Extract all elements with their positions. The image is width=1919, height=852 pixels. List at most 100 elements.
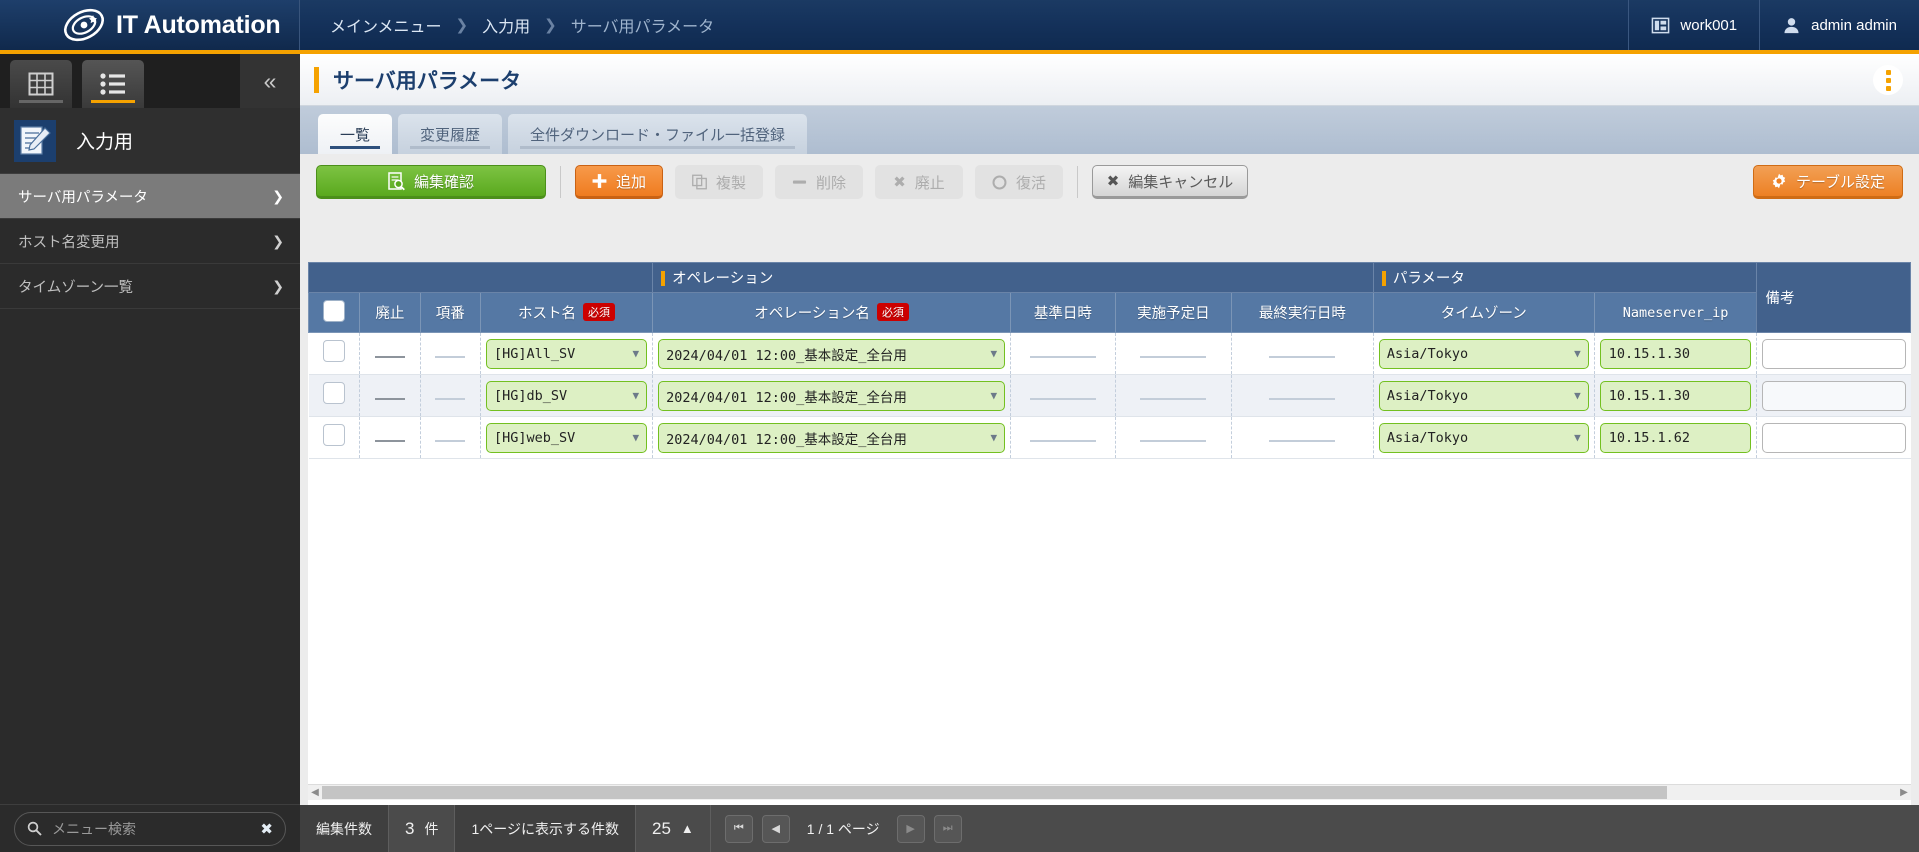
hostname-select[interactable]: [HG]web_SV ▼ [486,422,648,453]
sidebar-item-hostname-change[interactable]: ホスト名変更用 ❯ [0,219,300,264]
prev-page-button[interactable]: ◀ [761,814,790,843]
per-page-select[interactable]: 25 ▲ [636,805,711,852]
row-select-cell[interactable] [308,332,360,375]
column-header-nameserver-ip[interactable]: Nameserver_ip [1593,292,1758,333]
cell-hostname[interactable]: [HG]web_SV ▼ [480,416,653,459]
nameserver-ip-input[interactable]: 10.15.1.30 [1599,338,1752,369]
table-row[interactable]: [HG]All_SV ▼ 2024/04/01 12:00_基本設定_全台用 ▼ [308,332,1911,375]
cell-hostname[interactable]: [HG]All_SV ▼ [480,332,653,375]
cell-hostname[interactable]: [HG]db_SV ▼ [480,374,653,417]
column-header-hostname[interactable]: ホスト名 必須 [480,292,654,333]
table-settings-button[interactable]: テーブル設定 [1753,165,1903,199]
cell-timezone[interactable]: Asia/Tokyo ▼ [1372,374,1595,417]
tab-underline [91,100,135,103]
document-search-icon [388,171,405,190]
column-header-base-datetime[interactable]: 基準日時 [1010,292,1116,333]
column-header-timezone[interactable]: タイムゾーン [1372,292,1595,333]
table-row[interactable]: [HG]web_SV ▼ 2024/04/01 12:00_基本設定_全台用 ▼ [308,416,1911,459]
close-icon[interactable]: ✖ [260,820,273,838]
tab-underline [410,146,491,149]
nameserver-ip-input[interactable]: 10.15.1.62 [1599,422,1752,453]
cell-discard [359,332,421,375]
sidebar-tab-list-view[interactable] [82,60,144,108]
last-page-button[interactable]: ⏭ [933,814,962,843]
cell-operation-name[interactable]: 2024/04/01 12:00_基本設定_全台用 ▼ [652,416,1011,459]
column-label: 最終実行日時 [1258,306,1346,322]
remarks-input[interactable] [1762,338,1906,369]
hostname-select[interactable]: [HG]db_SV ▼ [486,380,648,411]
tab-list[interactable]: 一覧 [318,114,393,154]
nameserver-ip-input[interactable]: 10.15.1.30 [1599,380,1752,411]
scrollbar-track[interactable] [322,786,1897,799]
breadcrumb-item-1[interactable]: 入力用 [482,13,530,37]
column-header-select-all[interactable] [307,292,361,333]
column-header-scheduled-date[interactable]: 実施予定日 [1114,292,1232,333]
select-all-checkbox[interactable] [323,299,346,322]
cell-remarks[interactable] [1756,374,1911,417]
cell-remarks[interactable] [1756,332,1911,375]
row-select-cell[interactable] [308,416,360,459]
tab-label: 全件ダウンロード・ファイル一括登録 [530,126,786,144]
timezone-select[interactable]: Asia/Tokyo ▼ [1378,338,1589,369]
workspace-button[interactable]: work001 [1628,0,1759,50]
page-options-menu-button[interactable] [1873,65,1903,95]
restore-button[interactable]: 復活 [975,165,1063,199]
cell-nameserver-ip[interactable]: 10.15.1.62 [1593,416,1757,459]
table-horizontal-scrollbar[interactable]: ◀ ▶ [308,784,1911,800]
delete-button[interactable]: 削除 [775,165,863,199]
cell-remarks[interactable] [1756,416,1911,459]
column-header-last-exec-datetime[interactable]: 最終実行日時 [1230,292,1374,333]
cell-last-exec-datetime [1230,416,1374,459]
row-select-cell[interactable] [308,374,360,417]
first-page-button[interactable]: ⏮ [724,814,753,843]
tab-bulk-download-upload[interactable]: 全件ダウンロード・ファイル一括登録 [508,114,808,154]
sidebar-collapse-button[interactable]: « [240,54,300,108]
column-header-discard[interactable]: 廃止 [359,292,421,333]
sidebar-tab-grid-view[interactable] [10,60,72,108]
sidebar-item-server-parameters[interactable]: サーバ用パラメータ ❯ [0,174,300,219]
cell-operation-name[interactable]: 2024/04/01 12:00_基本設定_全台用 ▼ [652,374,1011,417]
table-row[interactable]: [HG]db_SV ▼ 2024/04/01 12:00_基本設定_全台用 ▼ [308,374,1911,417]
cell-timezone[interactable]: Asia/Tokyo ▼ [1372,332,1595,375]
table-settings-label: テーブル設定 [1795,173,1886,191]
cancel-edit-button[interactable]: ✖ 編集キャンセル [1092,165,1248,199]
scroll-left-icon[interactable]: ◀ [308,787,322,798]
column-header-operation-name[interactable]: オペレーション名 必須 [652,292,1012,333]
menu-search-input[interactable]: メニュー検索 ✖ [14,811,286,846]
column-label: タイムゾーン [1440,306,1527,322]
duplicate-button[interactable]: 複製 [675,165,763,199]
remarks-input[interactable] [1762,422,1906,453]
row-checkbox[interactable] [322,382,345,404]
user-menu-button[interactable]: admin admin [1759,0,1919,50]
sidebar-item-timezone-list[interactable]: タイムゾーン一覧 ❯ [0,264,300,309]
column-header-seq[interactable]: 項番 [419,292,482,333]
cell-operation-name[interactable]: 2024/04/01 12:00_基本設定_全台用 ▼ [652,332,1011,375]
confirm-edit-button[interactable]: 編集確認 [316,165,546,199]
remarks-input[interactable] [1762,380,1906,411]
cell-discard [359,374,421,417]
brand-logo-area[interactable]: IT Automation [0,0,300,50]
timezone-select[interactable]: Asia/Tokyo ▼ [1378,380,1589,411]
hostname-select[interactable]: [HG]All_SV ▼ [486,338,648,369]
last-page-icon: ⏭ [942,822,953,834]
breadcrumb-item-0[interactable]: メインメニュー [330,13,442,37]
row-checkbox[interactable] [322,424,345,446]
cell-nameserver-ip[interactable]: 10.15.1.30 [1593,374,1757,417]
sidebar-group-input[interactable]: 入力用 [0,108,300,174]
scroll-right-icon[interactable]: ▶ [1897,787,1911,798]
operation-name-select[interactable]: 2024/04/01 12:00_基本設定_全台用 ▼ [658,380,1006,411]
tab-change-history[interactable]: 変更履歴 [398,114,503,154]
add-button[interactable]: 追加 [575,165,663,199]
discard-button[interactable]: ✖ 廃止 [875,165,963,199]
operation-name-select[interactable]: 2024/04/01 12:00_基本設定_全台用 ▼ [658,422,1006,453]
cell-timezone[interactable]: Asia/Tokyo ▼ [1372,416,1595,459]
column-header-remarks[interactable]: 備考 [1756,262,1911,333]
scrollbar-thumb[interactable] [322,786,1667,799]
row-checkbox[interactable] [322,340,345,362]
cell-nameserver-ip[interactable]: 10.15.1.30 [1593,332,1757,375]
add-label: 追加 [615,173,646,191]
timezone-select[interactable]: Asia/Tokyo ▼ [1378,422,1589,453]
empty-dash [435,397,466,400]
next-page-button[interactable]: ▶ [896,814,925,843]
operation-name-select[interactable]: 2024/04/01 12:00_基本設定_全台用 ▼ [658,338,1006,369]
